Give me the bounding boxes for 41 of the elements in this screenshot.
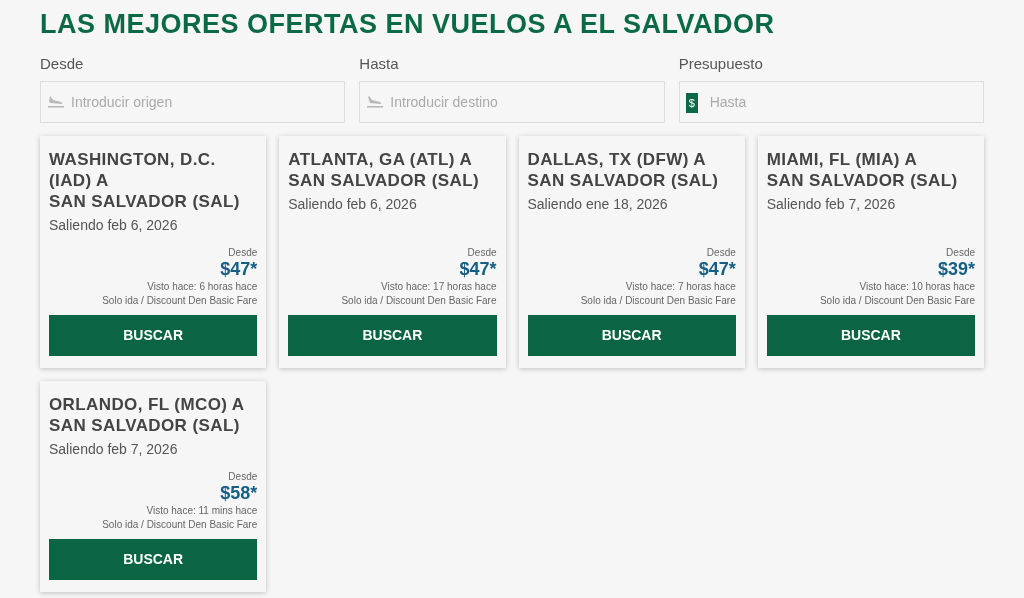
input-field[interactable]: Introducir origen	[40, 81, 346, 123]
search-button[interactable]: BUSCAR	[527, 315, 736, 356]
seen-time: Visto hace: 11 mins hace	[146, 504, 258, 518]
price: $47*	[459, 259, 497, 279]
seen-time: Visto hace: 17 horas hace	[381, 280, 497, 294]
price: $47*	[220, 259, 258, 279]
departure-date: Saliendo ene 18, 2026	[527, 195, 669, 214]
departure-date: Saliendo feb 7, 2026	[49, 440, 179, 459]
price-label: Desde	[467, 246, 497, 259]
price-label: Desde	[228, 470, 258, 483]
seen-time: Visto hace: 7 horas hace	[625, 280, 736, 294]
route-title: WASHINGTON, D.C. (IAD) A SAN SALVADOR (SAL)	[49, 149, 241, 212]
search-button[interactable]: BUSCAR	[288, 315, 497, 356]
fare-type: Solo ida / Discount Den Basic Fare	[102, 518, 258, 532]
page-heading: LAS MEJORES OFERTAS EN VUELOS A EL SALVADOR	[40, 8, 776, 40]
fare-type: Solo ida / Discount Den Basic Fare	[580, 294, 736, 308]
field-label: Hasta	[359, 54, 400, 74]
price-label: Desde	[706, 246, 736, 259]
price-label: Desde	[228, 246, 258, 259]
search-button[interactable]: BUSCAR	[766, 315, 975, 356]
price: $58*	[220, 483, 258, 503]
input-field[interactable]: Introducir destino	[359, 81, 665, 123]
field-label: Presupuesto	[678, 54, 764, 74]
route-title: ORLANDO, FL (MCO) A SAN SALVADOR (SAL)	[49, 394, 246, 436]
seen-time: Visto hace: 6 horas hace	[147, 280, 258, 294]
field-label: Desde	[40, 54, 85, 74]
fare-type: Solo ida / Discount Den Basic Fare	[341, 294, 497, 308]
departure-date: Saliendo feb 7, 2026	[766, 195, 897, 214]
route-title: ATLANTA, GA (ATL) A SAN SALVADOR (SAL)	[288, 149, 480, 191]
search-button[interactable]: BUSCAR	[49, 315, 258, 356]
route-title: MIAMI, FL (MIA) A SAN SALVADOR (SAL)	[766, 149, 959, 191]
price: $47*	[698, 259, 736, 279]
price-label: Desde	[946, 246, 975, 259]
search-button[interactable]: BUSCAR	[49, 539, 258, 580]
route-title: DALLAS, TX (DFW) A SAN SALVADOR (SAL)	[527, 149, 720, 191]
price: $39*	[937, 259, 975, 279]
departure-date: Saliendo feb 6, 2026	[49, 216, 179, 235]
departure-date: Saliendo feb 6, 2026	[288, 195, 418, 214]
seen-time: Visto hace: 10 horas hace	[859, 280, 975, 294]
fare-type: Solo ida / Discount Den Basic Fare	[102, 294, 258, 308]
fare-type: Solo ida / Discount Den Basic Fare	[819, 294, 975, 308]
